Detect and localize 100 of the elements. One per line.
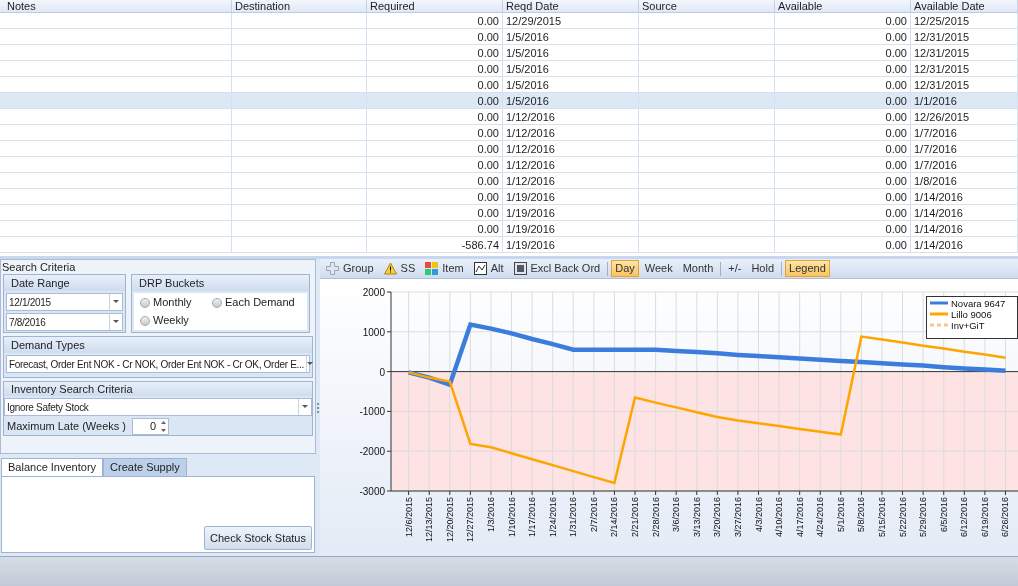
table-cell-text: 12/31/2015 (914, 45, 970, 61)
table-cell-text: 1/5/2016 (506, 29, 549, 45)
axis-label: -3000 (359, 486, 385, 497)
check-stock-status-button[interactable]: Check Stock Status (204, 526, 312, 550)
table-cell-text: 12/31/2015 (914, 29, 970, 45)
axis-label: 3/27/2016 (732, 497, 743, 538)
table-cell-text: 0.00 (885, 173, 907, 189)
table-cell-text: 0.00 (885, 29, 907, 45)
axis-label: 5/1/2016 (835, 497, 846, 533)
toolbar-button[interactable]: Day (611, 260, 639, 277)
table-cell-text: 0.00 (477, 157, 499, 173)
table-cell-text: 0.00 (477, 173, 499, 189)
toolbar-button[interactable]: Week (640, 260, 677, 277)
toolbar-button[interactable]: Hold (747, 260, 779, 277)
table-cell-text: 0.00 (885, 77, 907, 93)
table-cell-text: 1/14/2016 (914, 221, 963, 237)
table-cell-text: 1/7/2016 (914, 125, 957, 141)
group-title: Date Range (11, 277, 70, 289)
axis-label: 12/27/2015 (465, 497, 476, 543)
table-cell-text: 0.00 (477, 205, 499, 221)
axis-label: 5/15/2016 (877, 497, 887, 538)
toolbar-button[interactable]: +/- (724, 260, 746, 277)
radio-option[interactable]: Weekly (140, 312, 212, 329)
axis-label: 12/20/2015 (444, 497, 455, 543)
table-cell-text: 0.00 (477, 221, 499, 237)
dropdown-field[interactable]: 12/1/2015 (6, 293, 123, 311)
axis-label: 1/31/2016 (568, 497, 579, 538)
axis-label: 4/24/2016 (815, 497, 826, 538)
table-cell-text: 0.00 (885, 221, 907, 237)
axis-label: 3/6/2016 (671, 497, 682, 533)
axis-label: 2000 (362, 287, 385, 298)
toolbar-button[interactable]: Month (678, 260, 718, 277)
axis-label: 5/8/2016 (856, 497, 867, 533)
toolbar-button[interactable]: SS (379, 260, 420, 277)
table-cell-text: 1/5/2016 (506, 77, 549, 93)
dropdown-field[interactable]: Ignore Safety Stock (4, 398, 312, 416)
axis-label: 4/10/2016 (774, 497, 785, 538)
axis-label: 12/6/2015 (403, 497, 414, 538)
axis-label: 5/22/2016 (897, 497, 908, 538)
table-cell-text: 0.00 (477, 29, 499, 45)
table-cell-text: 0.00 (885, 93, 907, 109)
radio-option[interactable]: Each Demand (212, 294, 301, 311)
field-label: Maximum Late (Weeks ) (7, 419, 126, 435)
toolbar-button[interactable]: Alt (469, 260, 508, 277)
axis-label: 1/24/2016 (547, 497, 558, 538)
table-cell-text: 1/7/2016 (914, 157, 957, 173)
table-cell-text: 12/29/2015 (506, 13, 562, 29)
table-cell-text: 0.00 (477, 61, 499, 77)
table-cell-text: 0.00 (885, 125, 907, 141)
axis-label: -1000 (359, 406, 385, 418)
table-cell-text: 0.00 (885, 13, 907, 29)
table-cell-text: 1/19/2016 (506, 189, 555, 205)
axis-label: 0 (379, 366, 385, 378)
number-spinner[interactable]: 0 (132, 418, 169, 435)
axis-label: 2/7/2016 (588, 497, 599, 533)
table-cell-text: 12/25/2015 (914, 13, 970, 29)
tab[interactable]: Balance Inventory (1, 458, 104, 476)
axis-label: 6/19/2016 (979, 497, 990, 538)
table-cell-text: 1/19/2016 (506, 221, 555, 237)
table-cell-text: 0.00 (477, 45, 499, 61)
table-cell-text: 1/12/2016 (506, 125, 555, 141)
dropdown-field[interactable]: 7/8/2016 (6, 313, 123, 331)
axis-label: 12/13/2015 (424, 497, 435, 543)
table-cell-text: 1/5/2016 (506, 45, 549, 61)
table-cell-text: 12/26/2015 (914, 109, 970, 125)
table-cell-text: 0.00 (885, 45, 907, 61)
table-cell-text: 0.00 (885, 141, 907, 157)
axis-label: 1000 (362, 326, 385, 338)
group-title: DRP Buckets (139, 277, 205, 289)
table-cell-text: 0.00 (477, 13, 499, 29)
axis-label: 6/5/2016 (938, 497, 949, 533)
group-title: Inventory Search Criteria (11, 383, 133, 395)
dropdown-field[interactable]: Forecast, Order Ent NOK - Cr NOK, Order Ent NOK - Cr OK, Order E... (6, 355, 310, 373)
table-cell-text: 1/19/2016 (506, 205, 555, 221)
table-cell-text: 12/31/2015 (914, 77, 970, 93)
table-cell-text: 1/12/2016 (506, 141, 555, 157)
axis-label: 1/17/2016 (527, 497, 538, 538)
table-cell-text: 0.00 (477, 93, 499, 109)
toolbar-button[interactable]: Group (322, 260, 378, 277)
axis-label: 6/12/2016 (959, 497, 970, 538)
toolbar-button[interactable]: Item (421, 260, 468, 277)
table-cell-text: 1/8/2016 (914, 173, 957, 189)
table-cell-text: 1/12/2016 (506, 173, 555, 189)
axis-label: 2/14/2016 (609, 497, 620, 538)
axis-label: 3/20/2016 (712, 497, 723, 538)
table-cell-text: 0.00 (885, 109, 907, 125)
axis-label: 4/3/2016 (753, 497, 764, 533)
table-cell-text: 0.00 (477, 141, 499, 157)
tab[interactable]: Create Supply (103, 458, 187, 476)
toolbar-button[interactable]: Excl Back Ord (509, 260, 605, 277)
table-cell-text: 0.00 (477, 125, 499, 141)
table-cell-text: 1/19/2016 (506, 237, 555, 253)
table-cell-text: 0.00 (885, 61, 907, 77)
table-cell-text: 1/5/2016 (506, 61, 549, 77)
axis-label: -2000 (359, 446, 385, 458)
table-cell-text: 1/14/2016 (914, 237, 963, 253)
toolbar-button[interactable]: Legend (785, 260, 830, 277)
radio-option[interactable]: Monthly (140, 294, 212, 311)
table-cell-text: 1/12/2016 (506, 157, 555, 173)
axis-label: 1/10/2016 (506, 497, 517, 538)
